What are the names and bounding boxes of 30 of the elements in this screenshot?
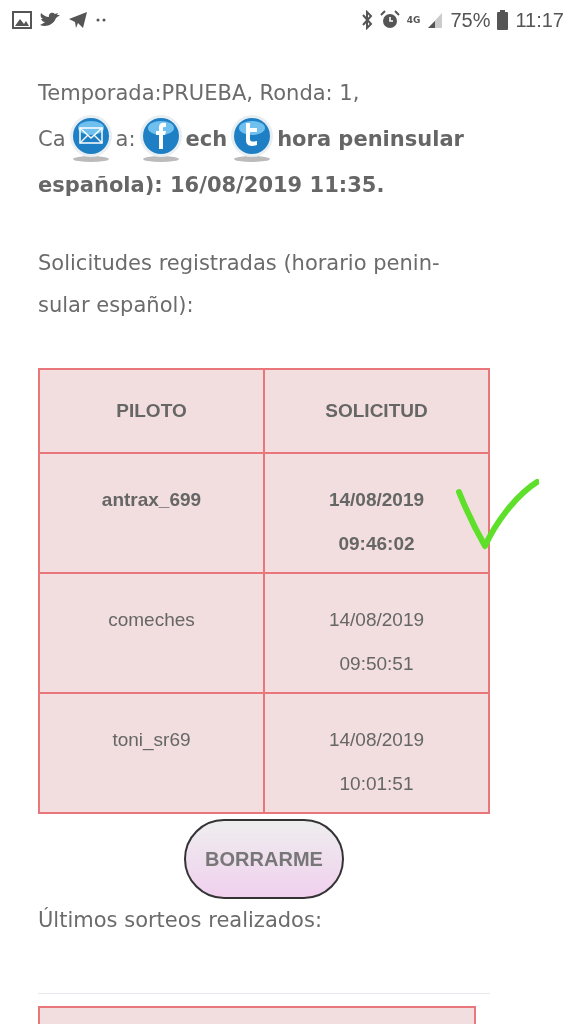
bluetooth-icon bbox=[360, 10, 373, 30]
delete-button[interactable]: BORRARME bbox=[184, 819, 344, 899]
table-cell: comeches bbox=[39, 573, 264, 693]
intro-text: Temporada:PRUEBA, Ronda: 1, bbox=[38, 80, 361, 107]
column-header: SOLICITUD bbox=[264, 369, 489, 453]
image-icon bbox=[12, 11, 32, 29]
t-share-icon[interactable] bbox=[229, 114, 276, 164]
intro-text: hora peninsular bbox=[277, 126, 464, 153]
requests-heading: Solicitudes registradas (horario penin-sular español): bbox=[38, 250, 441, 319]
draws-heading: Últimos sorteos realizados: bbox=[38, 906, 323, 934]
table-cell: 14/08/2019 10:01:51 bbox=[264, 693, 489, 813]
alarm-icon bbox=[379, 10, 400, 30]
paper-plane-icon bbox=[68, 11, 88, 29]
table-cell: antrax_699 bbox=[39, 453, 264, 573]
battery-icon bbox=[497, 10, 509, 30]
signal-icon bbox=[427, 11, 444, 29]
intro-text: ech bbox=[185, 126, 228, 153]
bird-icon bbox=[39, 11, 61, 29]
column-header: PILOTO bbox=[39, 369, 264, 453]
table-cell: 14/08/2019 09:50:51 bbox=[264, 573, 489, 693]
clock-time: 11:17 bbox=[515, 8, 564, 32]
intro-text: Ca bbox=[38, 126, 66, 153]
battery-percent: 75% bbox=[450, 8, 491, 32]
table-cell: toni_sr69 bbox=[39, 693, 264, 813]
more-dots-icon bbox=[95, 17, 107, 23]
intro-text: española): 16/08/2019 11:35. bbox=[38, 172, 386, 199]
intro-text: a: bbox=[115, 126, 136, 153]
f-share-icon[interactable] bbox=[137, 114, 184, 164]
network-label: 4G bbox=[406, 15, 421, 25]
mail-share-icon[interactable] bbox=[67, 114, 114, 164]
